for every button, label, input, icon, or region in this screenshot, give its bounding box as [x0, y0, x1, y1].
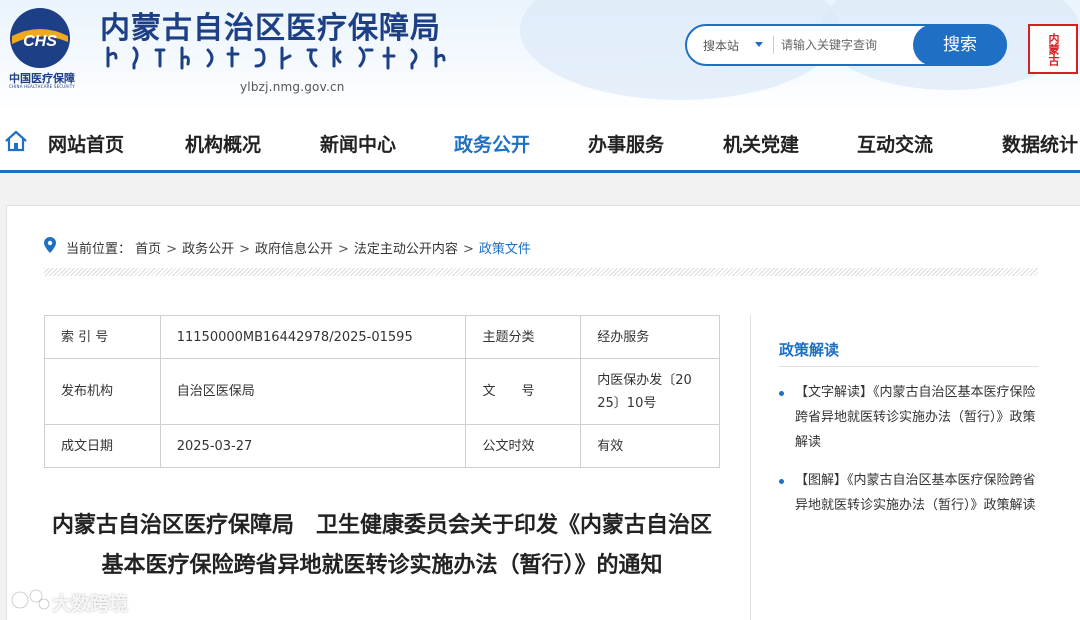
- bullet-icon: [779, 391, 784, 396]
- breadcrumb-policy-documents[interactable]: 政策文件: [479, 242, 531, 257]
- meta-key-date: 成文日期: [44, 424, 161, 468]
- logo-emblem-text: CHS: [23, 33, 57, 50]
- nav-item-news[interactable]: 新闻中心: [320, 130, 396, 157]
- nav-item-about[interactable]: 机构概况: [185, 130, 261, 157]
- sidebar-item-graphic-interpretation[interactable]: 【图解】《内蒙古自治区基本医疗保险跨省异地就医转诊实施办法（暂行）》政策解读: [795, 468, 1041, 518]
- breadcrumb: 当前位置： 首页 > 政务公开 > 政府信息公开 > 法定主动公开内容 > 政策文件: [66, 238, 531, 257]
- breadcrumb-separator: >: [462, 242, 474, 257]
- meta-value-publisher: 自治区医保局: [159, 358, 467, 425]
- table-row: 成文日期 2025-03-27 公文时效 有效: [44, 424, 720, 468]
- meta-value-index-number: 11150000MB16442978/2025-01595: [159, 315, 467, 359]
- document-title: 内蒙古自治区医疗保障局 卫生健康委员会关于印发《内蒙古自治区基本医疗保险跨省异地…: [51, 513, 712, 578]
- breadcrumb-prefix: 当前位置：: [66, 242, 132, 257]
- search-bar: 搜本站 搜索: [685, 24, 1007, 66]
- nav-item-home[interactable]: 网站首页: [48, 130, 124, 157]
- table-row: 发布机构 自治区医保局 文 号 内医保办发〔20 25〕10号: [44, 358, 720, 425]
- search-button[interactable]: 搜索: [913, 24, 1007, 66]
- meta-key-document-number: 文 号: [465, 358, 582, 425]
- watermark-text: 大数跨境: [52, 593, 129, 615]
- logo-en-name: CHINA HEALTHCARE SECURITY: [8, 84, 76, 89]
- sidebar-item-text-interpretation[interactable]: 【文字解读】《内蒙古自治区基本医疗保险跨省异地就医转诊实施办法（暂行）》政策解读: [795, 380, 1041, 455]
- breadcrumb-info-disclosure[interactable]: 政府信息公开: [255, 242, 333, 257]
- sidebar-title: 政策解读: [779, 341, 840, 359]
- breadcrumb-home[interactable]: 首页: [135, 242, 161, 257]
- caret-down-icon[interactable]: [755, 42, 763, 47]
- home-icon[interactable]: [4, 130, 28, 152]
- nav-item-interaction[interactable]: 互动交流: [857, 130, 933, 157]
- main-nav: 网站首页 机构概况 新闻中心 政务公开 办事服务 机关党建 互动交流 数据统计: [0, 112, 1080, 170]
- nav-item-party-building[interactable]: 机关党建: [723, 130, 799, 157]
- meta-key-validity: 公文时效: [465, 424, 582, 468]
- nav-item-government-affairs[interactable]: 政务公开: [454, 130, 530, 157]
- meta-value-topic: 经办服务: [580, 315, 720, 359]
- chs-logo-icon[interactable]: CHS: [8, 6, 72, 70]
- site-domain: ylbzj.nmg.gov.cn: [240, 80, 345, 94]
- meta-value-date: 2025-03-27: [159, 424, 467, 468]
- nav-item-services[interactable]: 办事服务: [588, 130, 664, 157]
- search-divider: [773, 36, 774, 54]
- search-scope-select[interactable]: 搜本站: [703, 37, 739, 54]
- breadcrumb-separator: >: [338, 242, 349, 257]
- meta-key-publisher: 发布机构: [44, 358, 161, 425]
- bullet-icon: [779, 479, 784, 484]
- nav-item-statistics[interactable]: 数据统计: [1002, 130, 1078, 157]
- sidebar-title-rule: [779, 366, 1039, 367]
- table-row: 索 引 号 11150000MB16442978/2025-01595 主题分类…: [44, 315, 720, 359]
- site-header: CHS 中国医疗保障 CHINA HEALTHCARE SECURITY 内蒙古…: [0, 0, 1080, 112]
- breadcrumb-separator: >: [166, 242, 178, 257]
- breadcrumb-statutory-disclosure[interactable]: 法定主动公开内容: [354, 242, 458, 257]
- breadcrumb-government-affairs[interactable]: 政务公开: [182, 242, 234, 257]
- site-title[interactable]: 内蒙古自治区医疗保障局: [100, 3, 441, 47]
- meta-key-index-number: 索 引 号: [44, 315, 161, 359]
- sidebar-divider: [750, 315, 751, 620]
- search-input[interactable]: [781, 33, 907, 57]
- meta-key-topic: 主题分类: [465, 315, 582, 359]
- location-pin-icon: [44, 237, 56, 253]
- meta-value-document-number: 内医保办发〔20 25〕10号: [580, 358, 720, 425]
- document-meta-table: 索 引 号 11150000MB16442978/2025-01595 主题分类…: [44, 315, 720, 468]
- breadcrumb-separator: >: [239, 242, 250, 257]
- mongolian-seal-logo[interactable]: 内蒙古: [1028, 24, 1078, 74]
- meta-value-validity: 有效: [580, 424, 720, 468]
- mongolian-script-title: [106, 46, 446, 70]
- hatched-divider: [44, 268, 1038, 276]
- seal-text: 内蒙古: [1047, 32, 1060, 66]
